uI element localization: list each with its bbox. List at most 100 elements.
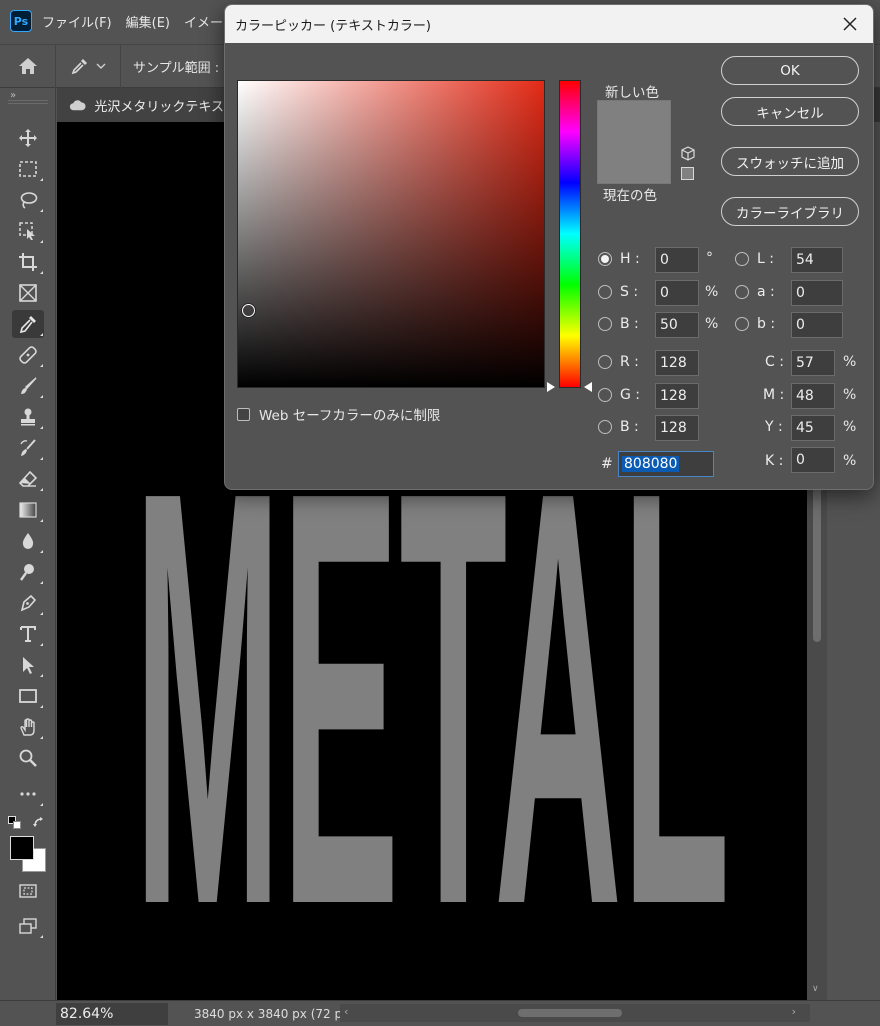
radio-lab-b[interactable] xyxy=(735,317,749,331)
c-field[interactable]: 57 xyxy=(791,350,835,376)
h-unit: ° xyxy=(706,250,713,266)
scroll-left-icon[interactable]: ‹ xyxy=(344,1005,348,1018)
frame-icon[interactable] xyxy=(12,279,44,307)
brush-icon[interactable] xyxy=(12,372,44,400)
zoom-level-field[interactable]: 82.64% xyxy=(56,1002,168,1025)
panel-grip[interactable] xyxy=(8,100,48,104)
b-field[interactable]: 50 xyxy=(655,312,699,338)
hex-field[interactable]: 808080 xyxy=(618,451,714,477)
lab-b-label: b : xyxy=(757,316,776,332)
dialog-title-bar[interactable]: カラーピッカー (テキストカラー) xyxy=(225,5,873,43)
stamp-icon[interactable] xyxy=(12,403,44,431)
hue-slider-left-arrow[interactable] xyxy=(547,382,555,392)
radio-g[interactable] xyxy=(598,388,612,402)
hex-label: # xyxy=(601,456,613,472)
screen-mode-icon[interactable] xyxy=(12,912,44,940)
m-field[interactable]: 48 xyxy=(791,383,835,409)
hue-slider-right-arrow[interactable] xyxy=(584,382,592,392)
add-to-swatches-button[interactable]: スウォッチに追加 xyxy=(721,147,859,176)
h-field[interactable]: 0 xyxy=(655,247,699,273)
home-button[interactable] xyxy=(0,44,56,88)
hex-value: 808080 xyxy=(622,456,680,472)
vertical-scroll-thumb[interactable] xyxy=(813,482,821,642)
color-field-marker[interactable] xyxy=(242,304,255,317)
blue-field[interactable]: 128 xyxy=(655,415,699,441)
s-label: S : xyxy=(620,284,639,300)
horizontal-scrollbar[interactable]: ‹ › xyxy=(340,1004,810,1022)
more-tools-icon[interactable] xyxy=(12,780,44,808)
close-button[interactable] xyxy=(837,11,863,37)
websafe-option[interactable]: Web セーフカラーのみに制限 xyxy=(237,404,440,424)
dodge-icon[interactable] xyxy=(12,558,44,586)
s-field[interactable]: 0 xyxy=(655,280,699,306)
c-label: C : xyxy=(765,354,784,370)
gradient-icon[interactable] xyxy=(12,496,44,524)
l-label: L : xyxy=(757,251,774,267)
current-color-swatch[interactable] xyxy=(598,143,670,183)
radio-a[interactable] xyxy=(735,285,749,299)
history-brush-icon[interactable] xyxy=(12,434,44,462)
pen-icon[interactable] xyxy=(12,589,44,617)
new-color-label: 新しい色 xyxy=(605,85,659,101)
default-colors-icon[interactable] xyxy=(8,816,22,830)
move-icon[interactable] xyxy=(12,124,44,152)
quick-mask-icon[interactable] xyxy=(12,877,44,905)
c-unit: % xyxy=(843,354,857,370)
zoom-icon[interactable] xyxy=(12,744,44,772)
radio-s[interactable] xyxy=(598,285,612,299)
hue-slider[interactable] xyxy=(559,80,581,388)
blur-icon[interactable] xyxy=(12,527,44,555)
crop-icon[interactable] xyxy=(12,248,44,276)
radio-l[interactable] xyxy=(735,252,749,266)
lasso-icon[interactable] xyxy=(12,186,44,214)
scroll-down-icon[interactable]: ∨ xyxy=(812,984,819,994)
color-libraries-button[interactable]: カラーライブラリ xyxy=(721,197,859,226)
color-field[interactable] xyxy=(237,80,545,388)
marquee-icon[interactable] xyxy=(12,155,44,183)
k-field[interactable]: 0 xyxy=(791,447,835,473)
swap-colors-icon[interactable] xyxy=(32,816,46,830)
eraser-icon[interactable] xyxy=(12,465,44,493)
type-icon[interactable] xyxy=(12,620,44,648)
hand-icon[interactable] xyxy=(12,713,44,741)
photoshop-logo: Ps xyxy=(10,10,32,32)
h-label: H : xyxy=(620,251,640,267)
path-select-icon[interactable] xyxy=(12,651,44,679)
g-field[interactable]: 128 xyxy=(655,383,699,409)
ok-button[interactable]: OK xyxy=(721,56,859,85)
menu-edit[interactable]: 編集(E) xyxy=(126,12,170,31)
m-unit: % xyxy=(843,387,857,403)
horizontal-scroll-thumb[interactable] xyxy=(518,1009,622,1017)
out-of-gamut-cube-icon[interactable] xyxy=(680,146,696,162)
radio-b[interactable] xyxy=(598,317,612,331)
l-field[interactable]: 54 xyxy=(791,247,843,273)
sample-size-label: サンプル範囲 : xyxy=(133,60,220,76)
tools-panel: » xyxy=(0,88,56,1026)
radio-h[interactable] xyxy=(598,252,612,266)
close-icon xyxy=(843,17,857,31)
r-field[interactable]: 128 xyxy=(655,350,699,376)
y-field[interactable]: 45 xyxy=(791,415,835,441)
radio-r[interactable] xyxy=(598,355,612,369)
scroll-right-icon[interactable]: › xyxy=(792,1005,796,1018)
foreground-color-swatch[interactable] xyxy=(10,836,34,860)
lab-b-field[interactable]: 0 xyxy=(791,312,843,338)
k-label: K : xyxy=(765,453,784,469)
object-select-icon[interactable] xyxy=(12,217,44,245)
rectangle-icon[interactable] xyxy=(12,682,44,710)
websafe-color-chip[interactable] xyxy=(681,167,694,180)
cancel-button[interactable]: キャンセル xyxy=(721,97,859,126)
websafe-label: Web セーフカラーのみに制限 xyxy=(259,408,441,424)
websafe-checkbox[interactable] xyxy=(237,407,250,421)
dialog-title: カラーピッカー (テキストカラー) xyxy=(235,18,431,34)
tool-preset-picker[interactable] xyxy=(56,44,121,88)
healing-brush-icon[interactable] xyxy=(12,341,44,369)
menu-file[interactable]: ファイル(F) xyxy=(42,12,112,31)
eyedropper-icon[interactable] xyxy=(12,310,44,338)
a-field[interactable]: 0 xyxy=(791,280,843,306)
eyedropper-icon xyxy=(71,59,87,75)
radio-blue[interactable] xyxy=(598,420,612,434)
b-label: B : xyxy=(620,316,639,332)
document-tab[interactable]: 光沢メタリックテキスト xyxy=(57,88,237,122)
k-unit: % xyxy=(843,453,857,469)
